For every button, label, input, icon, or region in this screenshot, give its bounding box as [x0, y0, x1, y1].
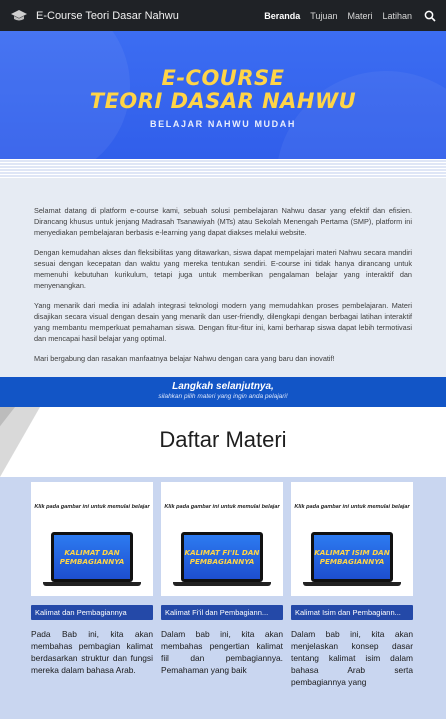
next-step-subtitle: silahkan pilih materi yang ingin anda pe…: [158, 393, 288, 400]
materials-header: Daftar Materi: [0, 407, 446, 477]
nav-item-tujuan[interactable]: Tujuan: [310, 11, 337, 21]
material-thumbnail[interactable]: Klik pada gambar ini untuk memulai belaj…: [161, 482, 283, 596]
intro-paragraph: Selamat datang di platform e-course kami…: [34, 206, 412, 237]
hero-subtitle: BELAJAR NAHWU MUDAH: [150, 119, 296, 129]
nav-menu: Beranda Tujuan Materi Latihan: [264, 10, 436, 22]
screen-title: PEMBAGIANNYA: [319, 557, 385, 566]
hero-title-line1: E-COURSE: [161, 66, 285, 90]
screen-title: KALIMAT FI'IL DAN: [184, 548, 260, 557]
search-icon[interactable]: [424, 10, 436, 22]
intro-paragraph: Dengan kemudahan akses dan fleksibilitas…: [34, 248, 412, 290]
intro-section: Selamat datang di platform e-course kami…: [0, 178, 446, 378]
material-button[interactable]: Kalimat dan Pembagiannya: [31, 605, 153, 620]
laptop-base: [303, 582, 401, 586]
brand-title[interactable]: E-Course Teori Dasar Nahwu: [36, 10, 179, 22]
nav-item-materi[interactable]: Materi: [347, 11, 372, 21]
nav-item-latihan[interactable]: Latihan: [382, 11, 412, 21]
screen-title: PEMBAGIANNYA: [189, 557, 255, 566]
screen-title: KALIMAT DAN: [64, 548, 120, 557]
hero-divider-stripes: [0, 159, 446, 178]
intro-paragraph: Yang menarik dari media ini adalah integ…: [34, 301, 412, 343]
material-button[interactable]: Kalimat Fi'il dan Pembagiann...: [161, 605, 283, 620]
material-card: Klik pada gambar ini untuk memulai belaj…: [291, 482, 413, 719]
material-thumbnail[interactable]: Klik pada gambar ini untuk memulai belaj…: [31, 482, 153, 596]
material-description: Dalam bab ini, kita akan membahas penger…: [161, 629, 283, 675]
laptop-screen: KALIMAT DAN PEMBAGIANNYA: [51, 532, 133, 582]
material-card: Klik pada gambar ini untuk memulai belaj…: [31, 482, 153, 719]
graduation-cap-icon[interactable]: [10, 9, 28, 23]
laptop-base: [43, 582, 141, 586]
material-description: Dalam bab ini, kita akan menjelaskan kon…: [291, 629, 413, 687]
nav-item-beranda[interactable]: Beranda: [264, 11, 300, 21]
laptop-screen: KALIMAT FI'IL DAN PEMBAGIANNYA: [181, 532, 263, 582]
laptop-base: [173, 582, 271, 586]
materials-list: Klik pada gambar ini untuk memulai belaj…: [0, 477, 446, 719]
hero-title-line2: TEORI DASAR NAHWU: [89, 89, 357, 113]
material-description: Pada Bab ini, kita akan membahas pembagi…: [31, 629, 153, 675]
material-button[interactable]: Kalimat Isim dan Pembagiann...: [291, 605, 413, 620]
next-step-title: Langkah selanjutnya,: [172, 381, 274, 392]
screen-title: PEMBAGIANNYA: [59, 557, 125, 566]
thumbnail-hint: Klik pada gambar ini untuk memulai belaj…: [164, 504, 280, 510]
screen-title: KALIMAT ISIM DAN: [314, 548, 390, 557]
section-title: Daftar Materi: [159, 427, 287, 452]
thumbnail-hint: Klik pada gambar ini untuk memulai belaj…: [34, 504, 150, 510]
next-step-banner: Langkah selanjutnya, silahkan pilih mate…: [0, 377, 446, 407]
top-navbar: E-Course Teori Dasar Nahwu Beranda Tujua…: [0, 0, 446, 31]
hero-banner: E-COURSE TEORI DASAR NAHWU BELAJAR NAHWU…: [0, 31, 446, 178]
material-card: Klik pada gambar ini untuk memulai belaj…: [161, 482, 283, 719]
thumbnail-hint: Klik pada gambar ini untuk memulai belaj…: [294, 504, 410, 510]
laptop-screen: KALIMAT ISIM DAN PEMBAGIANNYA: [311, 532, 393, 582]
material-thumbnail[interactable]: Klik pada gambar ini untuk memulai belaj…: [291, 482, 413, 596]
intro-paragraph: Mari bergabung dan rasakan manfaatnya be…: [34, 354, 335, 363]
